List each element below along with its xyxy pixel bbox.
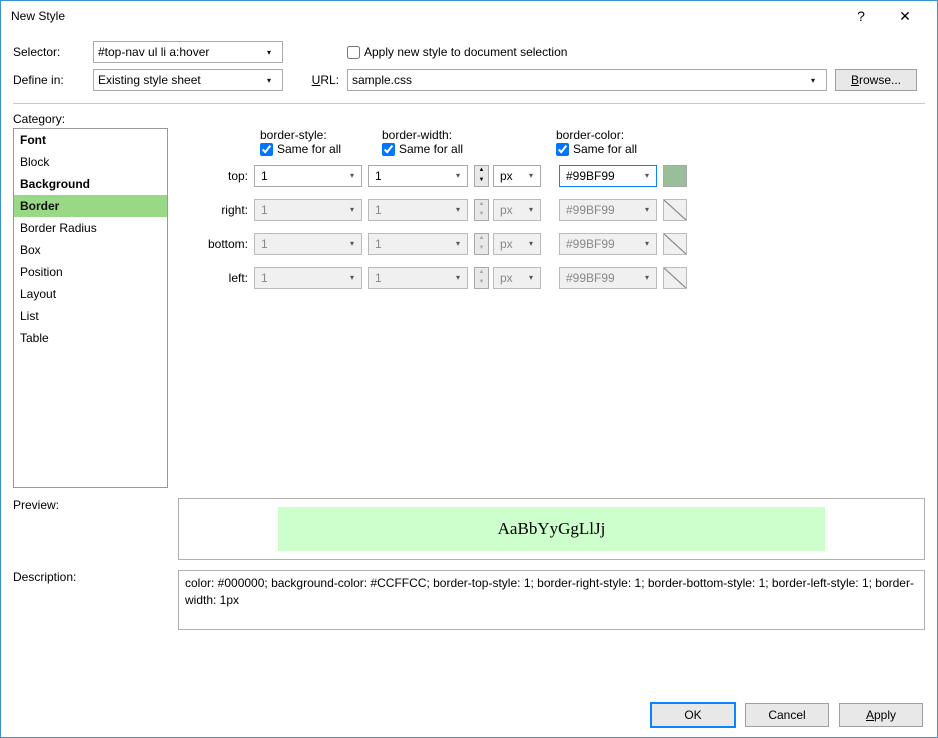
url-label: U — [312, 73, 321, 87]
browse-button[interactable]: Browse... — [835, 69, 917, 91]
border-color-header: border-color: Same for all — [556, 128, 696, 159]
border-width-dropdown: 1▾ — [368, 199, 468, 221]
category-item[interactable]: Border — [14, 195, 167, 217]
border-unit-dropdown: px▾ — [493, 199, 541, 221]
border-style-dropdown[interactable]: 1▾ — [254, 165, 362, 187]
border-row: bottom:1▾1▾▲▼px▾#99BF99▾ — [190, 227, 925, 261]
border-width-spinner: ▲▼ — [474, 199, 489, 221]
ok-button[interactable]: OK — [651, 703, 735, 727]
chevron-down-icon: ▾ — [343, 171, 361, 180]
border-panel: border-style: Same for all border-width:… — [190, 128, 925, 488]
border-color-swatch — [663, 233, 687, 255]
chevron-down-icon: ▾ — [522, 273, 540, 282]
button-bar: OK Cancel Apply — [1, 693, 937, 737]
border-width-spinner[interactable]: ▲▼ — [474, 165, 489, 187]
chevron-down-icon: ▾ — [449, 273, 467, 282]
cancel-button[interactable]: Cancel — [745, 703, 829, 727]
description-box: color: #000000; background-color: #CCFFC… — [178, 570, 925, 630]
chevron-down-icon: ▾ — [638, 205, 656, 214]
border-color-dropdown: #99BF99▾ — [559, 267, 657, 289]
chevron-down-icon: ▾ — [522, 239, 540, 248]
category-list[interactable]: FontBlockBackgroundBorderBorder RadiusBo… — [13, 128, 168, 488]
category-item[interactable]: Box — [14, 239, 167, 261]
url-dropdown[interactable]: sample.css ▾ — [347, 69, 827, 91]
category-item[interactable]: Position — [14, 261, 167, 283]
border-unit-dropdown[interactable]: px▾ — [493, 165, 541, 187]
titlebar: New Style ? ✕ — [1, 1, 937, 31]
apply-to-selection-checkbox[interactable]: Apply new style to document selection — [347, 45, 827, 59]
border-row: right:1▾1▾▲▼px▾#99BF99▾ — [190, 193, 925, 227]
chevron-down-icon: ▾ — [522, 171, 540, 180]
chevron-down-icon: ▾ — [343, 205, 361, 214]
chevron-down-icon: ▾ — [449, 205, 467, 214]
help-icon[interactable]: ? — [839, 5, 883, 27]
chevron-down-icon: ▾ — [638, 239, 656, 248]
border-width-header: border-width: Same for all — [382, 128, 556, 159]
chevron-down-icon: ▾ — [260, 48, 278, 57]
chevron-down-icon: ▾ — [343, 273, 361, 282]
chevron-down-icon: ▾ — [449, 171, 467, 180]
selector-label: Selector: — [13, 45, 85, 59]
new-style-dialog: New Style ? ✕ Selector: #top-nav ul li a… — [0, 0, 938, 738]
border-color-swatch — [663, 267, 687, 289]
border-color-dropdown: #99BF99▾ — [559, 233, 657, 255]
same-style-checkbox[interactable]: Same for all — [260, 142, 341, 156]
chevron-down-icon: ▾ — [260, 76, 278, 85]
chevron-down-icon: ▾ — [343, 239, 361, 248]
border-style-dropdown: 1▾ — [254, 267, 362, 289]
border-style-header: border-style: Same for all — [260, 128, 382, 159]
border-row: left:1▾1▾▲▼px▾#99BF99▾ — [190, 261, 925, 295]
chevron-down-icon: ▾ — [638, 273, 656, 282]
border-color-dropdown[interactable]: #99BF99▾ — [559, 165, 657, 187]
define-in-label: Define in: — [13, 73, 85, 87]
chevron-down-icon: ▾ — [804, 76, 822, 85]
preview-label: Preview: — [13, 498, 168, 560]
border-width-spinner: ▲▼ — [474, 267, 489, 289]
close-icon[interactable]: ✕ — [883, 5, 927, 27]
border-side-label: left: — [190, 271, 254, 285]
border-width-dropdown[interactable]: 1▾ — [368, 165, 468, 187]
same-color-checkbox[interactable]: Same for all — [556, 142, 637, 156]
divider — [13, 103, 925, 104]
define-in-dropdown[interactable]: Existing style sheet ▾ — [93, 69, 283, 91]
description-label: Description: — [13, 570, 168, 630]
category-item[interactable]: List — [14, 305, 167, 327]
same-width-checkbox[interactable]: Same for all — [382, 142, 463, 156]
border-style-dropdown: 1▾ — [254, 199, 362, 221]
apply-button[interactable]: Apply — [839, 703, 923, 727]
border-side-label: bottom: — [190, 237, 254, 251]
category-item[interactable]: Border Radius — [14, 217, 167, 239]
category-item[interactable]: Table — [14, 327, 167, 349]
selector-dropdown[interactable]: #top-nav ul li a:hover ▾ — [93, 41, 283, 63]
border-color-swatch — [663, 199, 687, 221]
dialog-title: New Style — [11, 9, 839, 23]
border-color-dropdown: #99BF99▾ — [559, 199, 657, 221]
apply-to-selection-input[interactable] — [347, 46, 360, 59]
border-side-label: top: — [190, 169, 254, 183]
category-item[interactable]: Layout — [14, 283, 167, 305]
border-row: top:1▾1▾▲▼px▾#99BF99▾ — [190, 159, 925, 193]
category-label: Category: — [13, 112, 925, 126]
category-item[interactable]: Block — [14, 151, 167, 173]
preview-box: AaBbYyGgLlJj — [178, 498, 925, 560]
border-color-swatch[interactable] — [663, 165, 687, 187]
category-item[interactable]: Background — [14, 173, 167, 195]
border-side-label: right: — [190, 203, 254, 217]
category-item[interactable]: Font — [14, 129, 167, 151]
border-width-dropdown: 1▾ — [368, 233, 468, 255]
border-unit-dropdown: px▾ — [493, 233, 541, 255]
chevron-down-icon: ▾ — [522, 205, 540, 214]
border-style-dropdown: 1▾ — [254, 233, 362, 255]
border-width-dropdown: 1▾ — [368, 267, 468, 289]
chevron-down-icon: ▾ — [449, 239, 467, 248]
border-unit-dropdown: px▾ — [493, 267, 541, 289]
preview-sample: AaBbYyGgLlJj — [278, 507, 826, 551]
chevron-down-icon: ▾ — [638, 171, 656, 180]
border-width-spinner: ▲▼ — [474, 233, 489, 255]
